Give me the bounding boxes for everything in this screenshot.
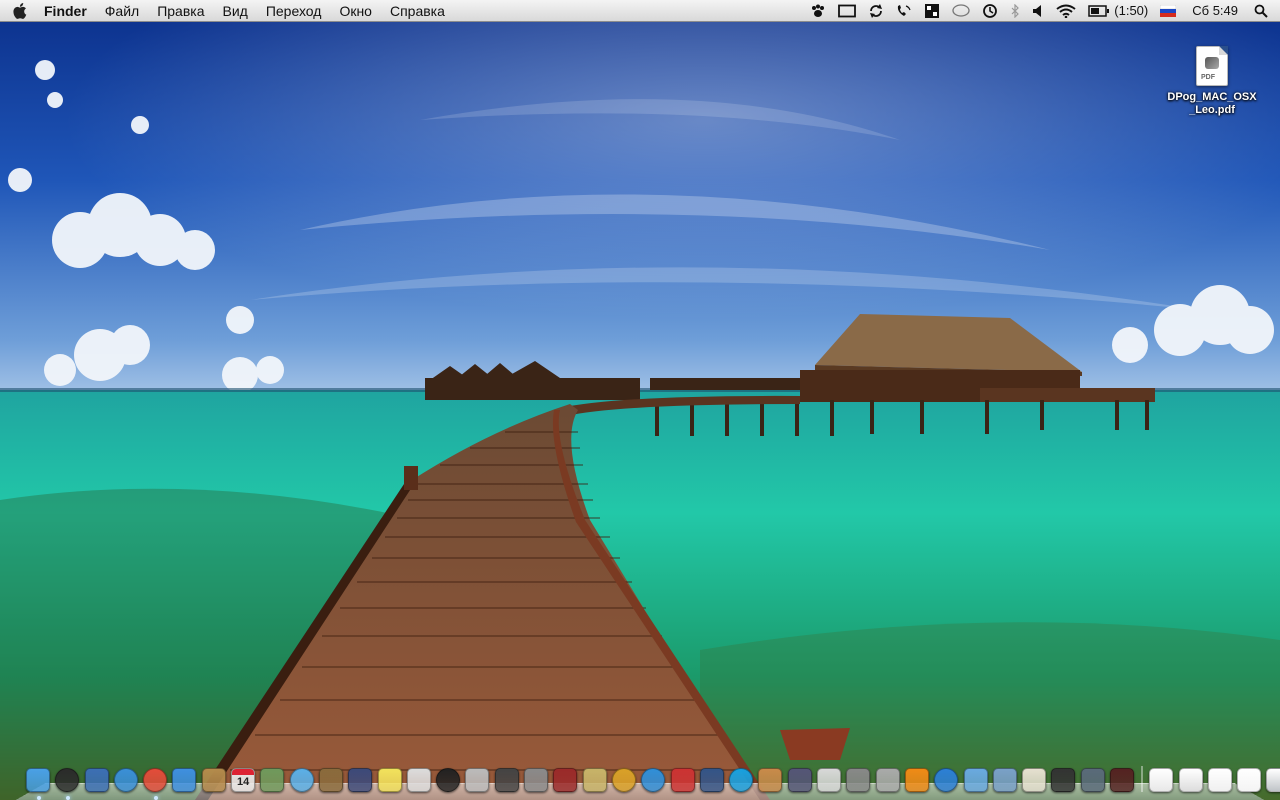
dock-screen-app-icon[interactable]	[1080, 768, 1105, 792]
dock-textedit-icon[interactable]	[406, 768, 431, 792]
dock-safari-icon[interactable]	[113, 768, 138, 792]
dock-chrome-icon[interactable]	[143, 768, 168, 800]
dock-stickies-icon[interactable]	[377, 768, 402, 792]
dock-photo-app-icon[interactable]	[1051, 768, 1076, 792]
dock-expose-icon[interactable]	[494, 768, 519, 792]
dock-quill-app-icon[interactable]	[787, 768, 812, 792]
menu-app-finder[interactable]: Finder	[40, 0, 96, 22]
dock-bubble-app-icon[interactable]	[963, 768, 988, 792]
dock-audio-app-icon[interactable]	[611, 768, 636, 792]
dock-clean-app-icon[interactable]	[670, 768, 695, 792]
dock-separator	[1141, 766, 1144, 792]
display-icon[interactable]	[832, 0, 862, 22]
dock-tux-app-icon[interactable]	[699, 768, 724, 792]
dock-network-app-icon[interactable]	[992, 768, 1017, 792]
dock-mail-stack-icon[interactable]	[1237, 768, 1262, 792]
desktop-wallpaper	[0, 0, 1280, 800]
dock-files-stack-icon[interactable]	[1207, 768, 1232, 792]
phone-icon[interactable]	[890, 0, 918, 22]
russian-flag-icon[interactable]	[1154, 0, 1182, 22]
volume-icon[interactable]	[1026, 0, 1050, 22]
dock-robot-app-icon[interactable]	[875, 768, 900, 792]
menu-clock[interactable]: Сб 5:49	[1182, 0, 1248, 22]
dock-skype-icon[interactable]	[729, 768, 754, 792]
dock-ichat-icon[interactable]	[172, 768, 197, 792]
dock-quicktime-icon[interactable]	[934, 768, 959, 792]
dock-iphoto-icon[interactable]	[260, 768, 285, 792]
menu-view[interactable]: Вид	[214, 0, 257, 22]
menu-go[interactable]: Переход	[257, 0, 331, 22]
menu-bar: Finder Файл Правка Вид Переход Окно Спра…	[0, 0, 1280, 22]
speech-bubble-icon[interactable]	[946, 0, 976, 22]
battery-indicator[interactable]: (1:50)	[1082, 0, 1154, 22]
dock-image-capture-icon[interactable]	[465, 768, 490, 792]
dock-preview-icon[interactable]	[318, 768, 343, 792]
dock-icons: 14	[26, 762, 1280, 800]
dock-address-book-icon[interactable]	[201, 768, 226, 792]
running-indicator	[37, 796, 41, 800]
menu-window[interactable]: Окно	[330, 0, 381, 22]
keyboard-icon[interactable]	[918, 0, 946, 22]
desktop-file-pdf[interactable]: PDF DPog_MAC_OSX_Leo.pdf	[1166, 46, 1258, 117]
dock-downloads-stack-icon[interactable]	[1178, 768, 1203, 792]
battery-icon	[1088, 4, 1110, 17]
desktop[interactable]: Finder Файл Правка Вид Переход Окно Спра…	[0, 0, 1280, 800]
desktop-file-label: DPog_MAC_OSX_Leo.pdf	[1167, 91, 1257, 116]
menu-help[interactable]: Справка	[381, 0, 454, 22]
dock-torch-app-icon[interactable]	[582, 768, 607, 792]
menu-file[interactable]: Файл	[96, 0, 148, 22]
pdf-badge: PDF	[1201, 74, 1215, 81]
dock-chart-app-icon[interactable]	[817, 768, 842, 792]
dock-documents-stack-icon[interactable]	[1149, 768, 1174, 792]
dock-photo-booth-icon[interactable]	[348, 768, 373, 792]
dock-trash-icon[interactable]	[1266, 768, 1280, 792]
dock-vlc-icon[interactable]	[904, 768, 929, 792]
bluetooth-icon[interactable]	[1004, 0, 1026, 22]
dock-finder-icon[interactable]	[26, 768, 50, 800]
wifi-icon[interactable]	[1050, 0, 1082, 22]
dock-forward-app-icon[interactable]	[641, 768, 666, 792]
calendar-header	[232, 769, 255, 775]
dock-xcode-icon[interactable]	[84, 768, 109, 792]
dock-system-preferences-icon[interactable]	[524, 768, 549, 792]
dock: 14	[14, 762, 1280, 800]
calendar-date: 14	[236, 776, 250, 788]
apple-icon[interactable]	[0, 0, 40, 22]
spotlight-icon[interactable]	[1248, 0, 1274, 22]
paw-icon[interactable]	[804, 0, 832, 22]
dock-gallery-app-icon[interactable]	[1022, 768, 1047, 792]
dock-itunes-icon[interactable]	[289, 768, 314, 792]
dock-utility-app-icon[interactable]	[758, 768, 783, 792]
sync-icon[interactable]	[862, 0, 890, 22]
time-machine-icon[interactable]	[976, 0, 1004, 22]
dock-ical-icon[interactable]: 14	[231, 768, 256, 792]
dock-stack-app-icon[interactable]	[846, 768, 871, 792]
dock-dashboard-icon[interactable]	[55, 768, 80, 800]
battery-time: (1:50)	[1114, 3, 1149, 18]
pdf-document-icon: PDF	[1196, 46, 1228, 86]
dock-dictionary-icon[interactable]	[553, 768, 578, 792]
dock-spaces-app-icon[interactable]	[1109, 768, 1134, 792]
dock-camera-icon[interactable]	[436, 768, 461, 792]
menu-edit[interactable]: Правка	[148, 0, 213, 22]
